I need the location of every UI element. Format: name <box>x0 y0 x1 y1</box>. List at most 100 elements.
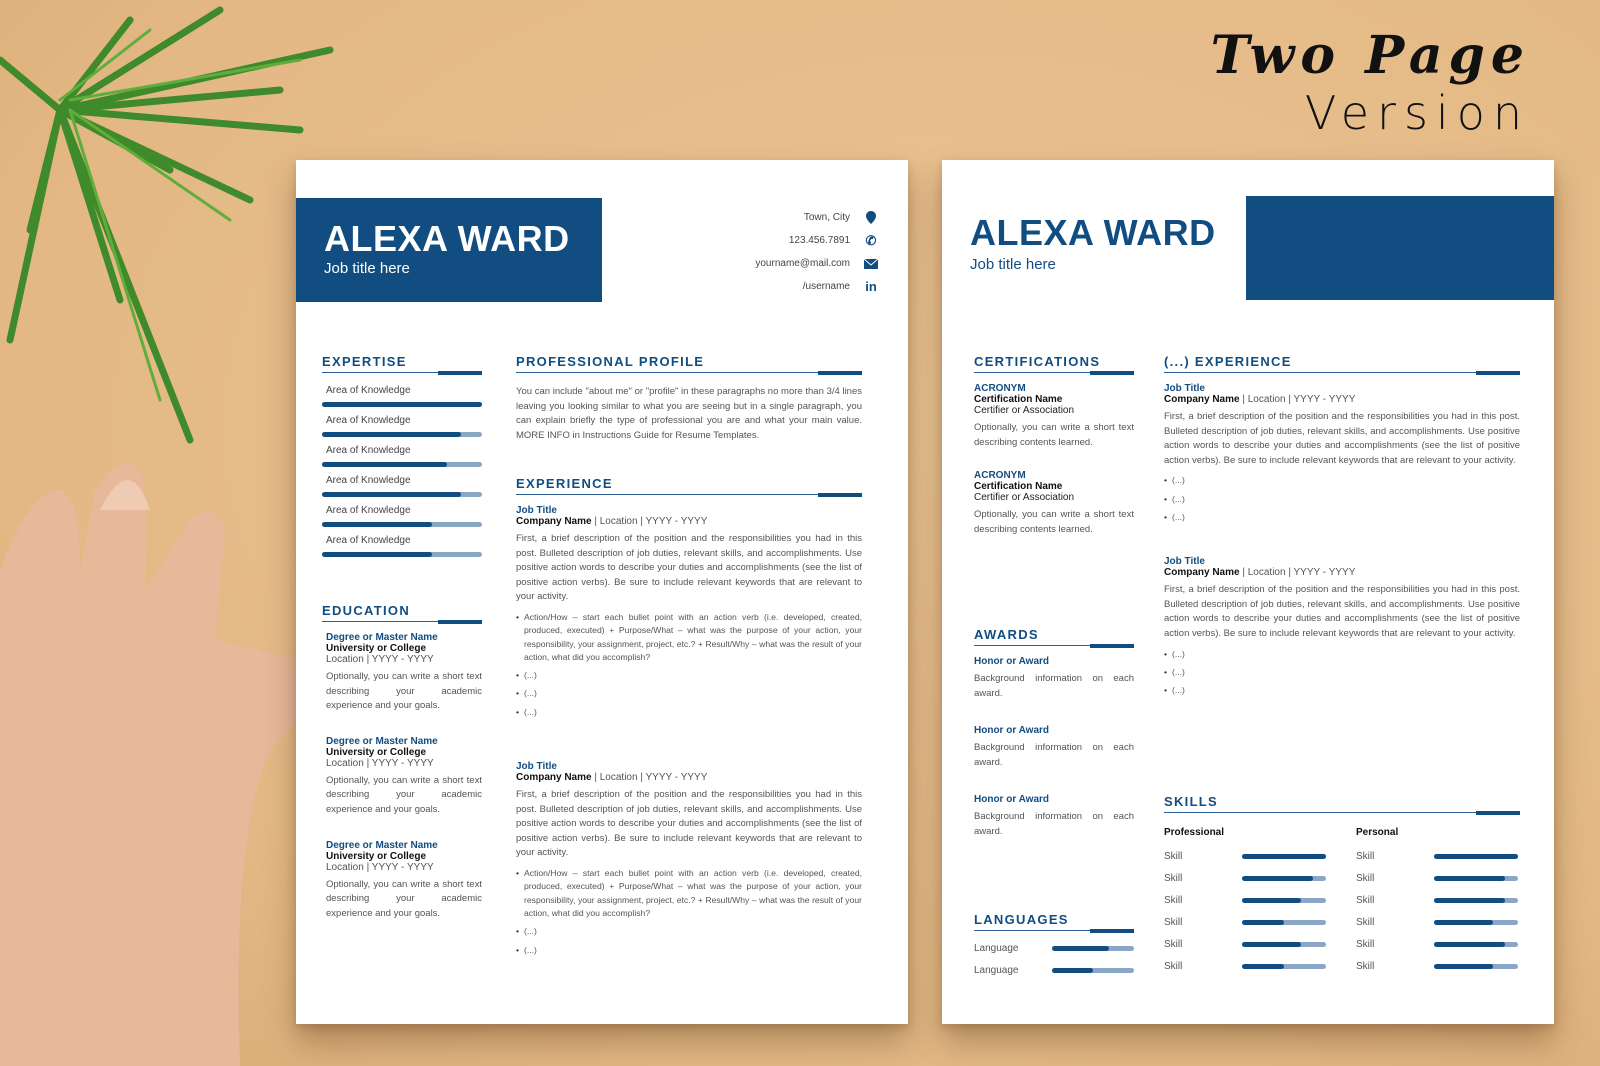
certification-item: ACRONYM Certification Name Certifier or As… <box>974 470 1134 537</box>
progress-bar <box>1242 919 1326 925</box>
skill-label: Skill <box>1164 850 1183 862</box>
section-heading: AWARDS <box>974 627 1134 648</box>
skill-label: Skill <box>1356 894 1375 906</box>
promo-heading: Two Page Version <box>1211 26 1530 141</box>
progress-bar <box>322 402 482 407</box>
section-heading: PROFESSIONAL PROFILE <box>516 354 862 375</box>
awards-section: AWARDS Honor or Award Background informat… <box>974 627 1134 840</box>
language-row: Language <box>974 959 1134 981</box>
skill-label: Skill <box>1356 850 1375 862</box>
cert-name: Certification Name <box>974 481 1063 493</box>
location-pin-icon <box>864 211 878 225</box>
progress-bar <box>1434 875 1518 881</box>
section-heading: SKILLS <box>1164 794 1520 815</box>
contact-phone: 123.456.7891 ✆ <box>755 229 878 252</box>
progress-bar <box>322 462 482 467</box>
languages-list: Language Language <box>974 937 1134 981</box>
skill-label: Skill <box>1164 916 1183 928</box>
languages-section: LANGUAGES Language Language <box>974 912 1134 981</box>
progress-bar <box>1434 897 1518 903</box>
award-item: Honor or Award Background information on … <box>974 725 1134 770</box>
skill-label: Skill <box>1356 916 1375 928</box>
job-bullet: (...) <box>1164 511 1520 525</box>
job-bullet: (...) <box>1164 648 1520 662</box>
contact-email[interactable]: yourname@mail.com <box>755 252 878 275</box>
skills-column-title: Personal <box>1356 827 1399 838</box>
skill-label: Skill <box>1164 960 1183 972</box>
job-title: Job Title <box>1164 556 1205 568</box>
expertise-list: Area of Knowledge Area of Knowledge Area o… <box>322 385 482 557</box>
job-bullet: (...) <box>516 925 862 939</box>
promo-line-2: Version <box>1304 86 1530 140</box>
job-item: Job Title Company Name | Location | YYYY … <box>1164 556 1520 698</box>
candidate-job-title: Job title here <box>970 256 1056 273</box>
job-desc: First, a brief description of the positi… <box>1164 411 1520 466</box>
award-item: Honor or Award Background information on … <box>974 656 1134 701</box>
job-meta: | Location | YYYY - YYYY <box>591 516 708 527</box>
section-heading: (...) EXPERIENCE <box>1164 354 1520 375</box>
contact-text: 123.456.7891 <box>788 235 850 246</box>
education-list: Degree or Master Name University or Colle… <box>322 632 482 921</box>
expertise-label: Area of Knowledge <box>326 385 411 396</box>
job-bullets: (...) (...) (...) <box>1164 648 1520 698</box>
skills-column-title: Professional <box>1164 827 1225 838</box>
skill-row: Skill <box>1356 867 1520 889</box>
section-heading: EDUCATION <box>322 603 482 624</box>
progress-fill <box>1434 941 1505 947</box>
expertise-item: Area of Knowledge <box>322 445 482 467</box>
skill-label: Skill <box>1356 938 1375 950</box>
education-item: Degree or Master Name University or Colle… <box>322 840 482 922</box>
candidate-job-title: Job title here <box>324 260 410 277</box>
award-desc: Background information on each award. <box>974 742 1134 768</box>
progress-bar <box>322 552 482 557</box>
award-item: Honor or Award Background information on … <box>974 794 1134 839</box>
job-title: Job Title <box>1164 383 1205 394</box>
cert-desc: Optionally, you can write a short text d… <box>974 422 1134 448</box>
progress-bar <box>322 492 482 497</box>
job-bullet: (...) <box>516 944 862 958</box>
skill-row: Skill <box>1356 955 1520 977</box>
contact-linkedin[interactable]: /username in <box>755 275 878 298</box>
company-name: Company Name <box>1164 394 1240 405</box>
skill-row: Skill <box>1356 933 1520 955</box>
expertise-label: Area of Knowledge <box>326 475 411 486</box>
school-name: University or College <box>326 850 427 862</box>
contact-list: Town, City 123.456.7891 ✆ yourname@mail.c… <box>755 206 878 298</box>
plant-decoration <box>0 6 334 444</box>
skill-label: Skill <box>1164 894 1183 906</box>
contact-text[interactable]: /username <box>803 281 850 292</box>
progress-fill <box>322 552 433 557</box>
progress-bar <box>322 432 482 437</box>
education-meta: Location | YYYY - YYYY <box>326 757 434 769</box>
progress-fill <box>1242 875 1313 881</box>
progress-fill <box>322 522 433 527</box>
progress-fill <box>1242 919 1284 925</box>
skills-personal: Personal Skill Skill Skill Skill Skill Skill <box>1356 821 1520 977</box>
education-desc: Optionally, you can write a short text d… <box>326 774 482 815</box>
section-heading: EXPERTISE <box>322 354 482 375</box>
progress-bar <box>1242 963 1326 969</box>
progress-fill <box>1434 875 1505 881</box>
skill-row: Skill <box>1356 845 1520 867</box>
progress-bar <box>1434 853 1518 859</box>
progress-bar <box>1434 919 1518 925</box>
progress-bar <box>1052 945 1134 951</box>
progress-fill <box>1434 919 1493 925</box>
expertise-item: Area of Knowledge <box>322 385 482 407</box>
experience-section: EXPERIENCE Job Title Company Name | Locat… <box>516 476 862 962</box>
name-header: ALEXA WARD Job title here <box>970 212 1216 273</box>
cert-name: Certification Name <box>974 394 1063 405</box>
job-desc: First, a brief description of the positi… <box>516 789 862 859</box>
skill-row: Skill <box>1164 867 1328 889</box>
job-title: Job Title <box>516 761 557 773</box>
linkedin-icon: in <box>865 279 877 294</box>
expertise-label: Area of Knowledge <box>326 535 411 546</box>
company-name: Company Name <box>516 772 592 784</box>
job-desc: First, a brief description of the positi… <box>516 533 862 603</box>
job-company-line: Company Name | Location | YYYY - YYYY <box>516 772 862 783</box>
progress-bar <box>1242 853 1326 859</box>
resume-page-2: ALEXA WARD Job title here CERTIFICATIONS… <box>942 160 1554 1024</box>
skills-professional: Professional Skill Skill Skill Skill Skill Sk… <box>1164 821 1328 977</box>
job-bullet: (...) <box>516 669 862 683</box>
contact-text[interactable]: yourname@mail.com <box>755 258 850 269</box>
